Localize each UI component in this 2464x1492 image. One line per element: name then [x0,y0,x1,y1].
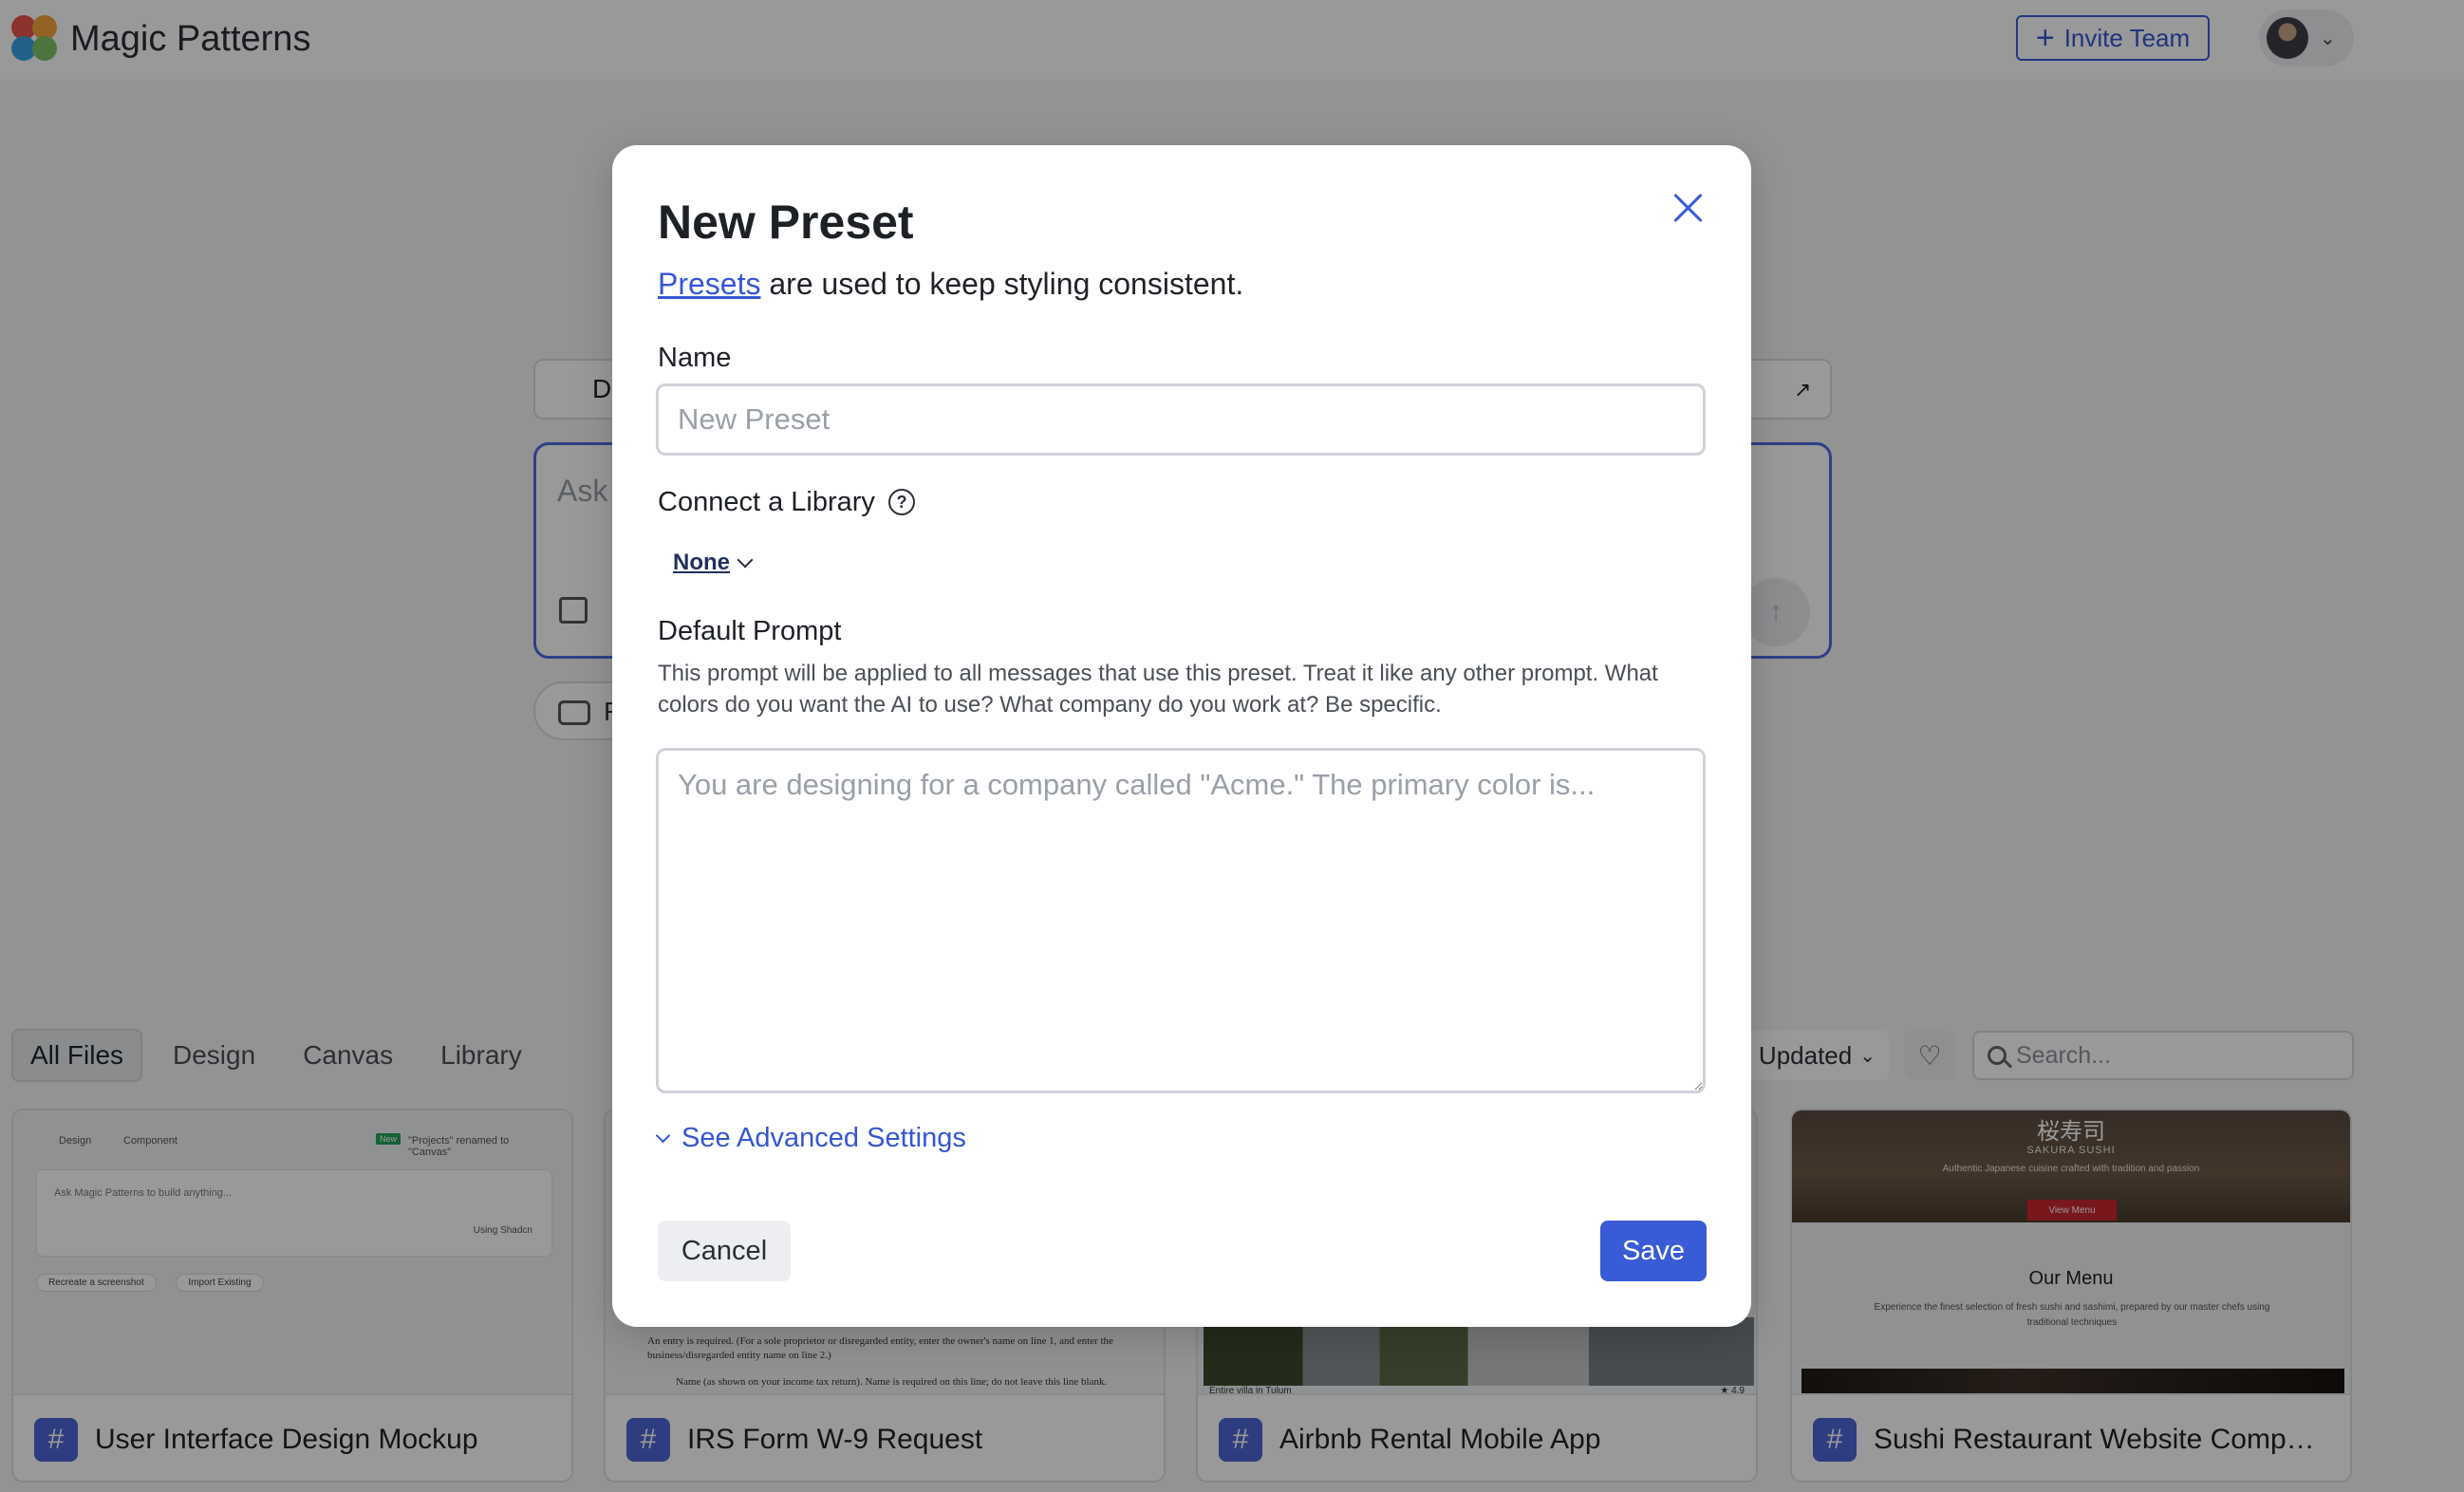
chevron-down-icon [655,1128,671,1144]
advanced-settings-toggle[interactable]: See Advanced Settings [655,1123,966,1154]
dialog-title: New Preset [658,196,914,249]
default-prompt-textarea[interactable] [656,748,1706,1093]
close-icon[interactable] [1670,189,1708,227]
library-select-value: None [673,550,730,575]
subtitle-text: are used to keep styling consistent. [760,267,1244,301]
preset-name-input[interactable] [656,383,1706,456]
advanced-settings-label: See Advanced Settings [681,1123,966,1153]
save-button[interactable]: Save [1600,1221,1707,1281]
library-select[interactable]: None [673,550,754,576]
cancel-button[interactable]: Cancel [658,1221,791,1281]
presets-link[interactable]: Presets [658,267,760,301]
chevron-down-icon [737,551,754,569]
default-prompt-label: Default Prompt [658,616,842,646]
library-label: Connect a Library [658,487,875,517]
name-label: Name [658,343,732,373]
dialog-subtitle: Presets are used to keep styling consist… [658,267,1243,302]
new-preset-dialog: New Preset Presets are used to keep styl… [612,145,1751,1327]
help-circle-icon[interactable]: ? [888,489,915,515]
default-prompt-help: This prompt will be applied to all messa… [658,661,1658,718]
